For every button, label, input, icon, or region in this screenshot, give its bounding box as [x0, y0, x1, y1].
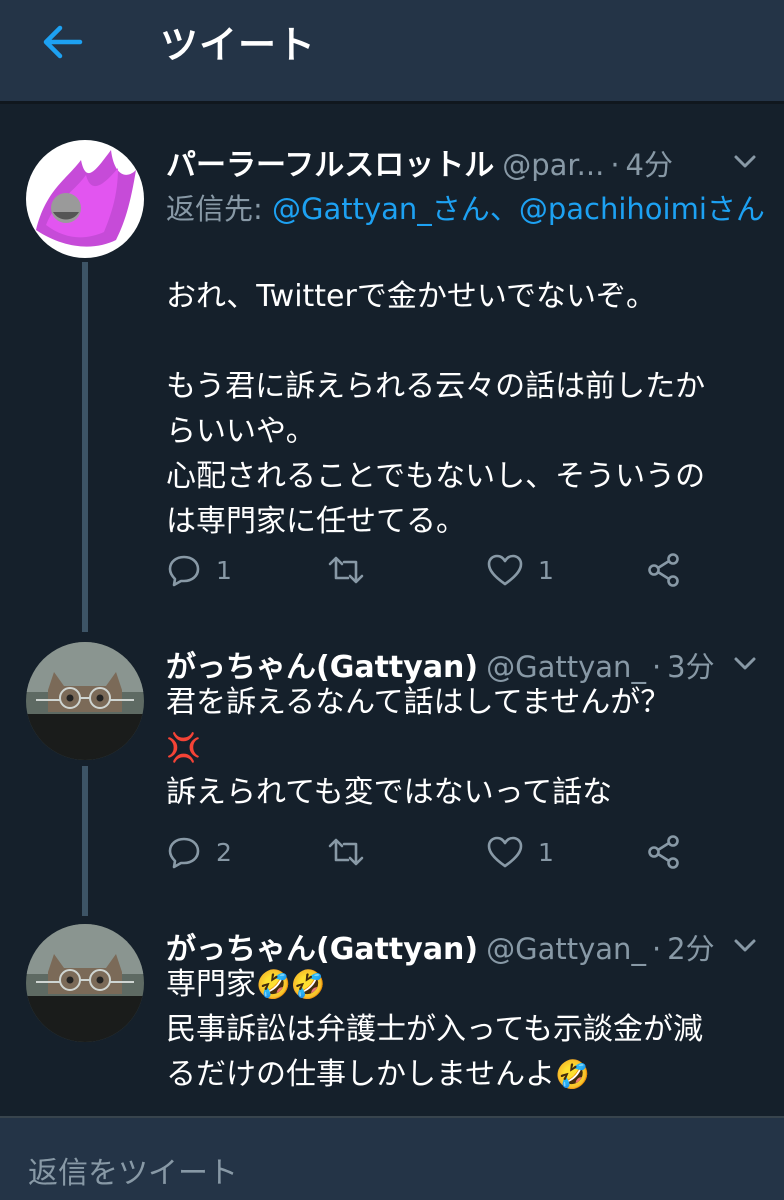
reply-button[interactable]: 2 [166, 832, 232, 872]
chevron-down-icon [734, 155, 756, 168]
top-bar: ツイート [0, 0, 784, 104]
avatar-image [26, 642, 144, 760]
tweet-line: 専門家🤣🤣 [166, 962, 766, 1007]
tweet-3[interactable]: がっちゃん(Gattyan) @Gattyan_ · 2分 専門家🤣🤣 民事訴訟は弁護… [0, 924, 784, 1114]
tweet-line-text: るだけの仕事しかしませんよ [166, 1057, 556, 1092]
heart-icon [487, 836, 523, 868]
user-handle[interactable]: @Gattyan_ [486, 650, 646, 684]
chevron-down-icon [734, 939, 756, 952]
tweet-menu-button[interactable] [732, 654, 758, 672]
chevron-down-icon [734, 657, 756, 670]
tweet-2[interactable]: がっちゃん(Gattyan) @Gattyan_ · 3分 君を訴えるなんて話はしてま… [0, 642, 784, 882]
tweet-line: もう君に訴えられる云々の話は前したか [166, 369, 706, 404]
reply-button[interactable]: 1 [166, 550, 232, 590]
like-button[interactable]: 1 [486, 550, 554, 590]
share-button[interactable] [646, 832, 682, 872]
reply-to: 返信先: @Gattyan_さん、@pachihoimiさん [166, 186, 766, 232]
retweet-icon [328, 838, 364, 866]
retweet-button[interactable] [326, 550, 366, 590]
reply-icon [168, 837, 200, 869]
timestamp[interactable]: 3分 [667, 650, 714, 684]
timestamp[interactable]: 2分 [667, 932, 714, 966]
separator-dot: · [610, 148, 620, 182]
tweet-line: 💢 [166, 725, 766, 770]
tweet-line: おれ、Twitterで金かせいでないぞ。 [166, 279, 656, 314]
reply-to-label: 返信先: [166, 192, 263, 226]
like-count: 1 [538, 555, 554, 585]
heart-icon [487, 554, 523, 586]
retweet-icon [328, 556, 364, 584]
laughing-emoji: 🤣🤣 [256, 968, 326, 1001]
reply-count: 1 [216, 555, 232, 585]
share-icon [648, 553, 679, 587]
laughing-emoji: 🤣 [555, 1058, 590, 1091]
share-button[interactable] [646, 550, 682, 590]
retweet-button[interactable] [326, 832, 366, 872]
reply-input[interactable]: 返信をツイート [28, 1148, 238, 1192]
avatar-parlor[interactable] [26, 140, 144, 258]
separator-dot: · [651, 932, 662, 966]
reply-separator: 、 [489, 192, 519, 226]
tweet-line: るだけの仕事しかしませんよ🤣 [166, 1052, 766, 1097]
tweet-menu-button[interactable] [732, 936, 758, 954]
tweet-line: 民事訴訟は弁護士が入っても示談金が減 [166, 1012, 703, 1047]
reply-to-user-link[interactable]: @Gattyan_さん [272, 192, 490, 226]
like-button[interactable]: 1 [486, 832, 554, 872]
user-handle[interactable]: @par... [502, 148, 604, 182]
reply-to-user-link[interactable]: @pachihoimiさん [519, 192, 765, 226]
tweet-1[interactable]: パーラーフルスロットル @par... · 4分 返信先: @Gattyan_さん、@… [0, 140, 784, 610]
separator-dot: · [651, 650, 662, 684]
avatar-gattyan[interactable] [26, 642, 144, 760]
tweet-line: 君を訴えるなんて話はしてませんが？ [166, 685, 671, 720]
tweet-line-text: 専門家 [166, 967, 256, 1002]
avatar-image [26, 140, 144, 258]
share-icon [648, 835, 679, 869]
tweet-line [166, 319, 766, 364]
reply-count: 2 [216, 837, 232, 867]
tweet-line: は専門家に任せてる。 [166, 504, 466, 539]
like-count: 1 [538, 837, 554, 867]
tweet-line: 心配されることでもないし、そういうの [166, 459, 706, 494]
user-handle[interactable]: @Gattyan_ [486, 932, 646, 966]
tweet-line: 訴えられても変ではないって話な [166, 775, 613, 810]
display-name[interactable]: パーラーフルスロットル [166, 148, 494, 183]
avatar-image [26, 924, 144, 1042]
page-title: ツイート [160, 23, 317, 67]
tweet-text: 専門家🤣🤣 民事訴訟は弁護士が入っても示談金が減 るだけの仕事しかしませんよ🤣 [166, 962, 766, 1097]
back-button[interactable] [40, 24, 84, 60]
tweet-text: おれ、Twitterで金かせいでないぞ。 もう君に訴えられる云々の話は前したか … [166, 274, 766, 544]
tweet-header: パーラーフルスロットル @par... · 4分 [166, 140, 726, 188]
avatar-gattyan[interactable] [26, 924, 144, 1042]
tweet-actions: 2 1 [166, 832, 726, 872]
tweet-line: らいいや。 [166, 414, 316, 449]
tweet-text: 君を訴えるなんて話はしてませんが？ 💢 訴えられても変ではないって話な [166, 680, 766, 815]
timestamp[interactable]: 4分 [626, 148, 673, 182]
tweet-menu-button[interactable] [732, 152, 758, 170]
reply-icon [168, 555, 200, 587]
tweet-actions: 1 1 [166, 550, 726, 590]
reply-bar: 返信をツイート [0, 1116, 784, 1200]
anger-emoji: 💢 [166, 731, 201, 764]
arrow-left-icon [43, 25, 83, 59]
